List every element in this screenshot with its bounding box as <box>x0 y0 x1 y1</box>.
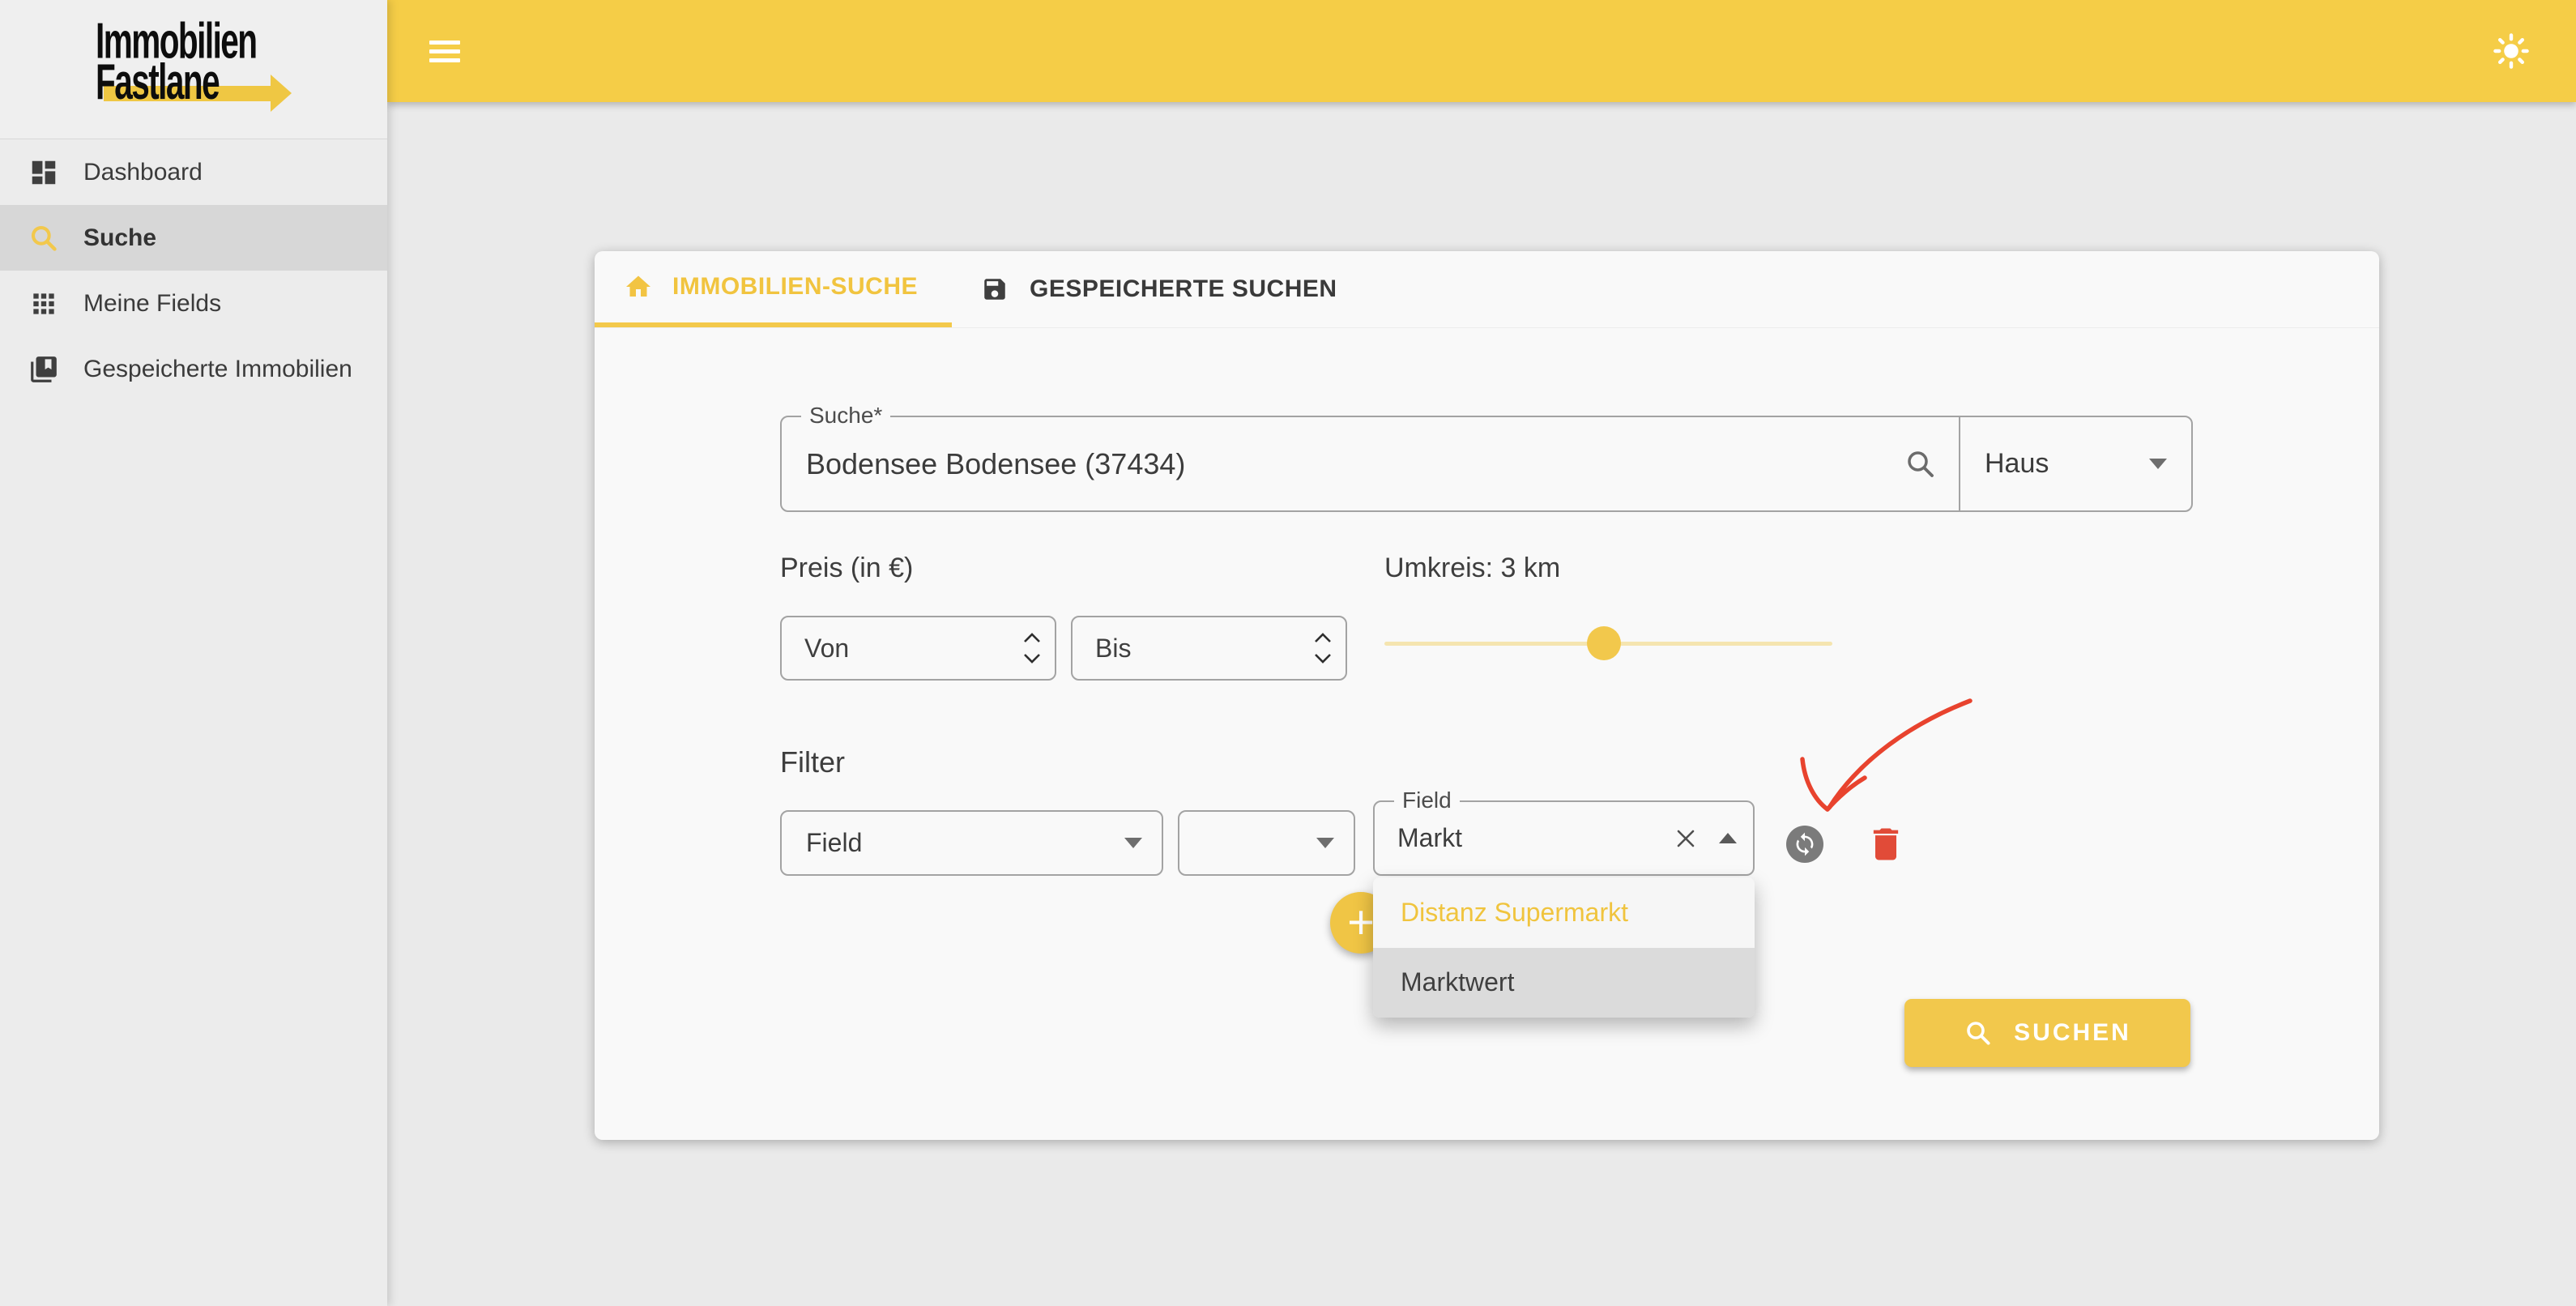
sidebar: Immobilien Fastlane Dashboard Su <box>0 0 387 1306</box>
tab-immobilien-suche[interactable]: IMMOBILIEN-SUCHE <box>595 251 952 327</box>
price-to-field <box>1071 616 1347 681</box>
slider-thumb[interactable] <box>1587 626 1621 660</box>
location-search-field: Suche* Haus <box>780 416 2193 512</box>
search-field-label: Suche* <box>801 403 890 428</box>
spinner-down-icon[interactable] <box>1022 652 1042 664</box>
filter-heading: Filter <box>780 745 845 779</box>
refresh-icon[interactable] <box>1786 826 1823 863</box>
field-options-menu: Distanz Supermarkt Marktwert <box>1373 877 1755 1018</box>
tab-bar: IMMOBILIEN-SUCHE GESPEICHERTE SUCHEN <box>595 251 2379 328</box>
sidebar-nav: Dashboard Suche Meine Fields <box>0 139 387 402</box>
price-from-field <box>780 616 1056 681</box>
home-icon <box>624 272 653 301</box>
search-card: IMMOBILIEN-SUCHE GESPEICHERTE SUCHEN Suc… <box>595 251 2379 1140</box>
price-to-input[interactable] <box>1073 634 1259 664</box>
suchen-button-label: SUCHEN <box>2014 1019 2131 1047</box>
search-field-glass-icon[interactable] <box>1904 417 1959 510</box>
radius-heading: Umkreis: 3 km <box>1384 553 1560 584</box>
suchen-button[interactable]: SUCHEN <box>1904 999 2190 1067</box>
chevron-down-icon <box>2149 459 2167 469</box>
grid-icon <box>28 288 59 319</box>
filter-field-select[interactable]: Field <box>780 810 1163 876</box>
price-to-spinner <box>1313 632 1333 664</box>
tab-gespeicherte-suchen[interactable]: GESPEICHERTE SUCHEN <box>952 251 1371 327</box>
combobox-value: Markt <box>1397 823 1674 853</box>
property-type-value: Haus <box>1985 448 2049 480</box>
chevron-up-icon <box>1719 833 1737 843</box>
filter-field-select-value: Field <box>806 828 862 858</box>
radius-slider[interactable] <box>1384 625 1832 661</box>
chevron-down-icon <box>1316 838 1334 848</box>
sidebar-item-gespeicherte-immobilien[interactable]: Gespeicherte Immobilien <box>0 336 387 402</box>
app-root: Immobilien Fastlane Dashboard Su <box>0 0 2576 1306</box>
chevron-down-icon <box>1124 838 1142 848</box>
save-icon <box>981 275 1010 304</box>
sun-icon[interactable] <box>2492 32 2531 70</box>
price-from-input[interactable] <box>782 634 968 664</box>
sidebar-item-meine-fields[interactable]: Meine Fields <box>0 271 387 336</box>
bookmark-icon <box>28 354 59 385</box>
price-from-spinner <box>1022 632 1042 664</box>
clear-icon[interactable] <box>1674 826 1698 851</box>
spinner-up-icon[interactable] <box>1022 632 1042 644</box>
spinner-down-icon[interactable] <box>1313 652 1333 664</box>
search-icon <box>1964 1018 1993 1048</box>
price-heading: Preis (in €) <box>780 553 913 584</box>
brand-name: Immobilien Fastlane <box>96 21 260 103</box>
spinner-up-icon[interactable] <box>1313 632 1333 644</box>
menu-icon[interactable] <box>429 32 462 70</box>
search-icon <box>28 223 59 254</box>
brand-logo: Immobilien Fastlane <box>0 0 387 139</box>
menu-option-distanz-supermarkt[interactable]: Distanz Supermarkt <box>1373 877 1755 948</box>
combobox-label: Field <box>1394 788 1460 813</box>
search-input[interactable] <box>782 417 1904 510</box>
topbar <box>387 0 2576 102</box>
sidebar-item-suche[interactable]: Suche <box>0 205 387 271</box>
sidebar-item-dashboard[interactable]: Dashboard <box>0 139 387 205</box>
property-type-select[interactable]: Haus <box>1959 417 2191 510</box>
menu-option-marktwert[interactable]: Marktwert <box>1373 948 1755 1018</box>
filter-value-combobox[interactable]: Field Markt <box>1373 800 1755 876</box>
filter-operator-select[interactable] <box>1178 810 1355 876</box>
delete-icon[interactable] <box>1865 822 1907 867</box>
dashboard-icon <box>28 157 59 188</box>
